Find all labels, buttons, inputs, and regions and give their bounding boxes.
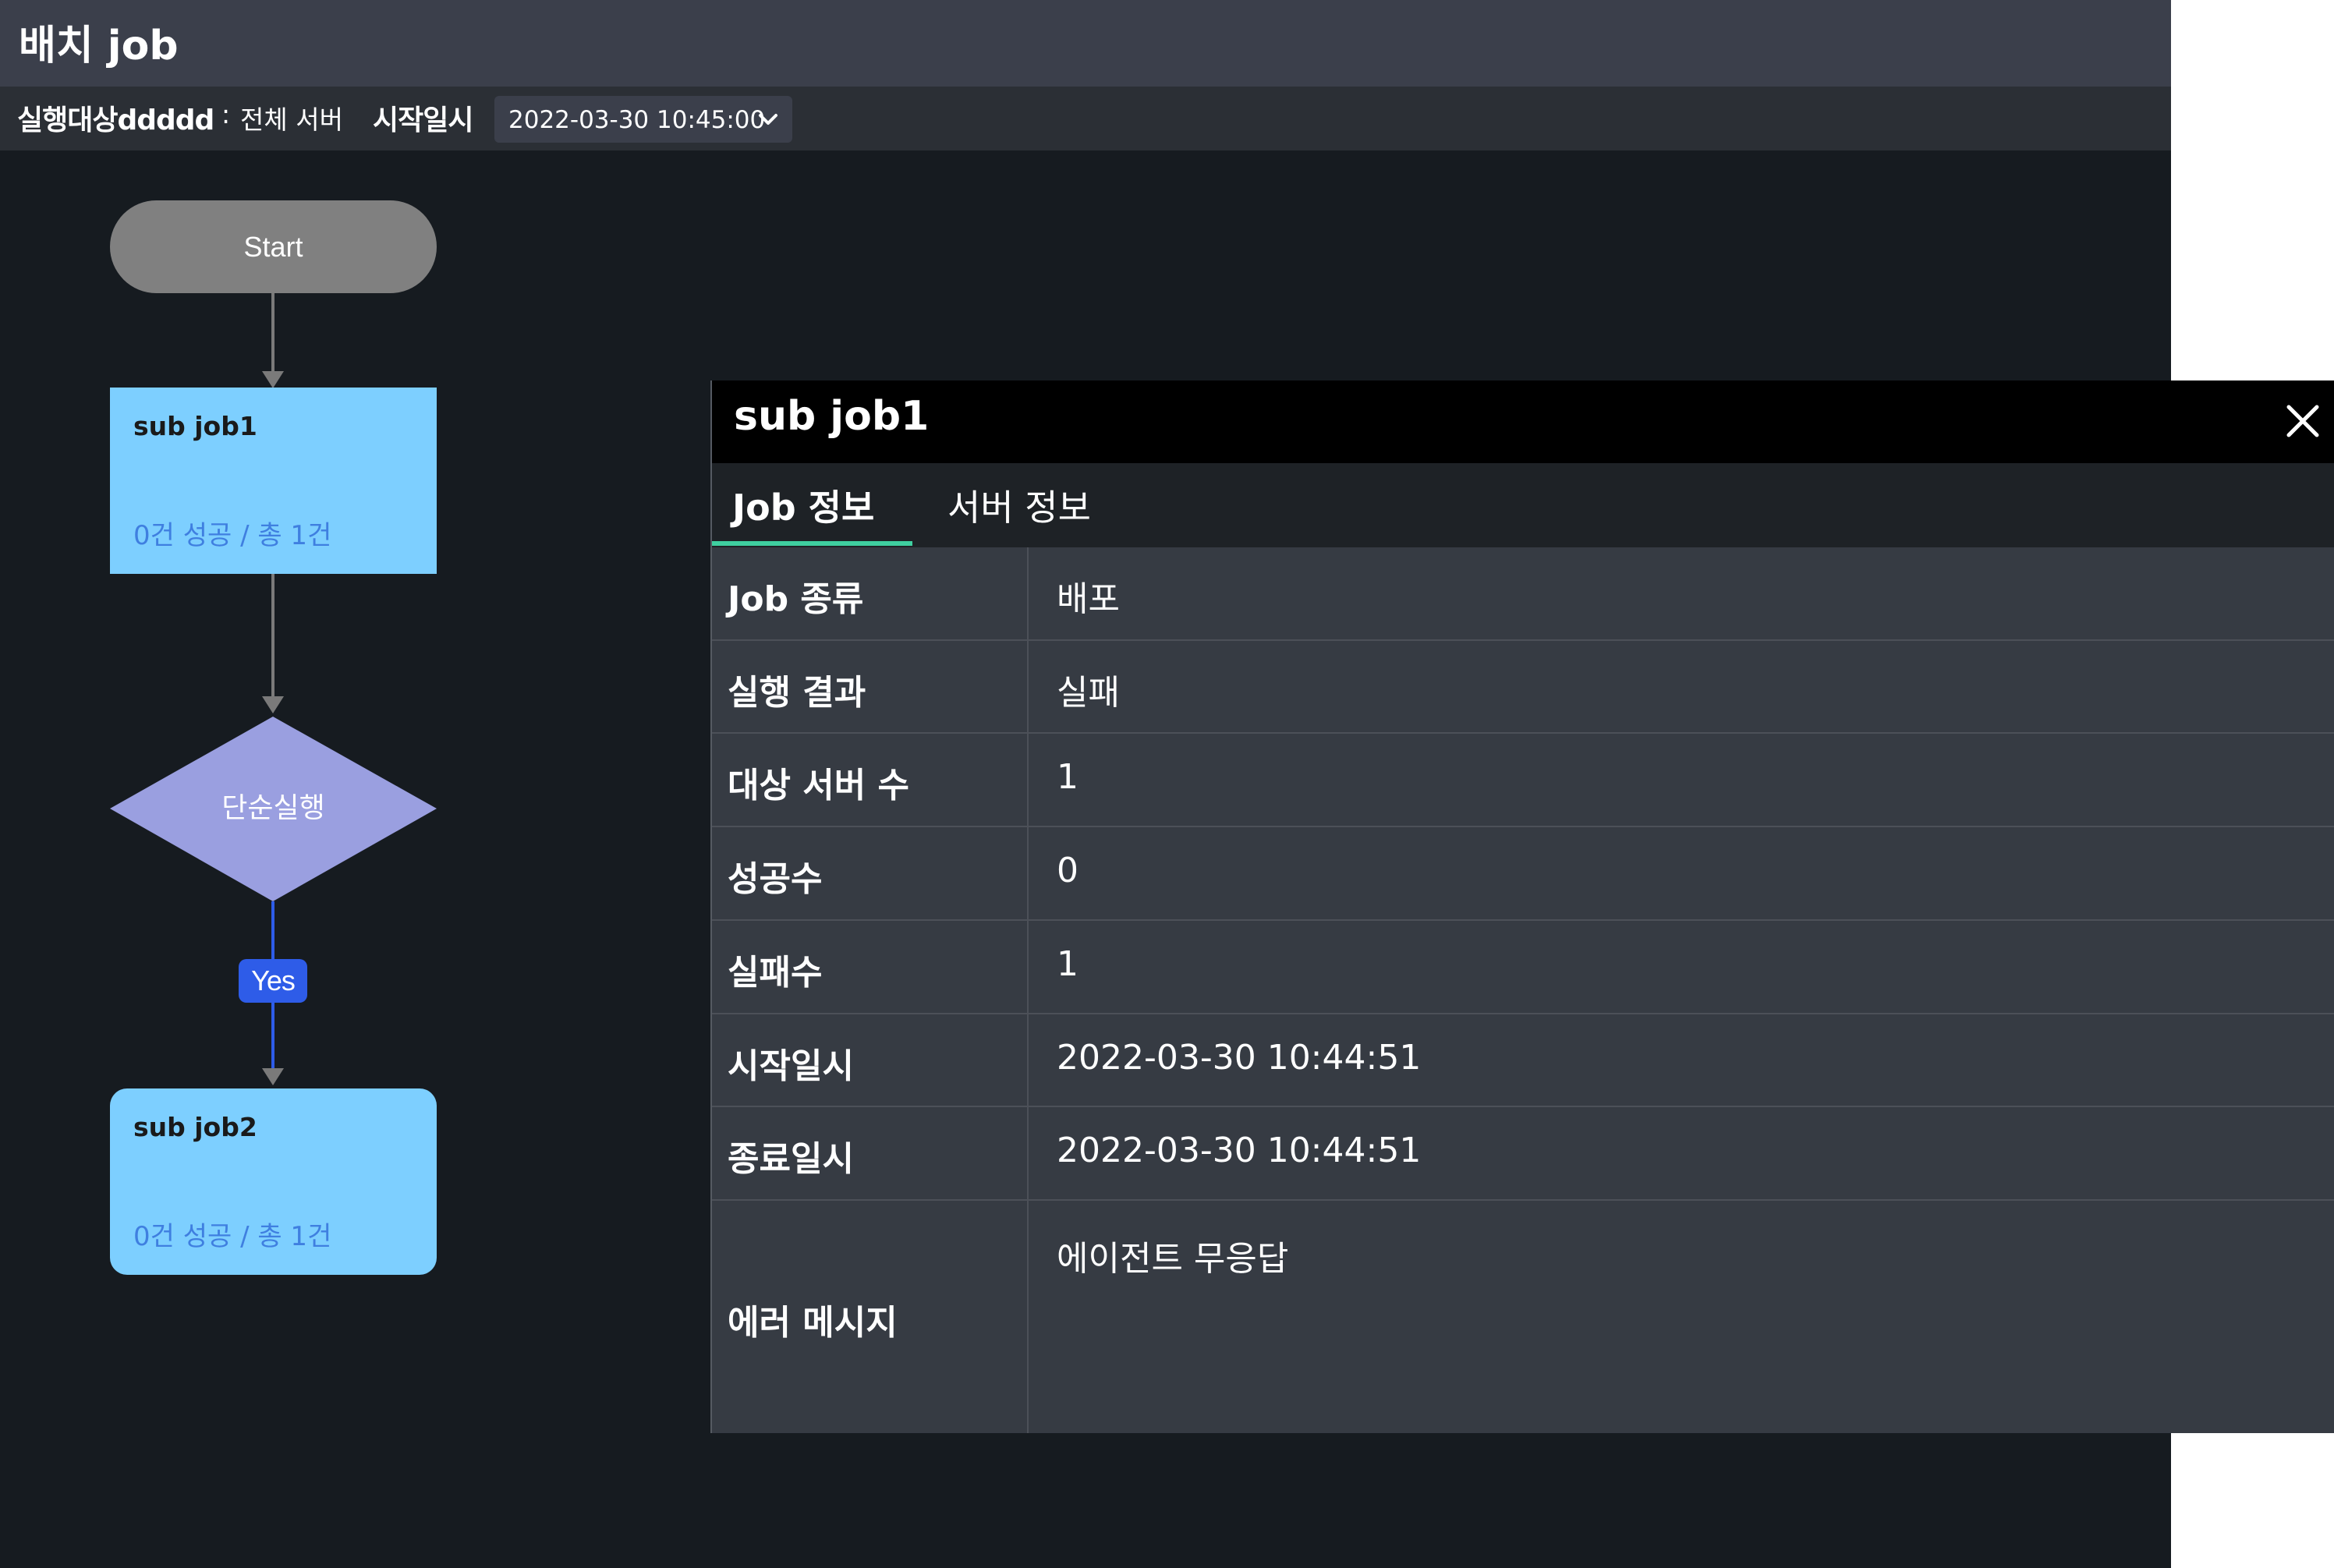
row-key: 실행 결과 [728,673,866,713]
error-message-value: 에이전트 무응답 [1057,1239,1289,1279]
table-row: 성공수 0 [712,827,2334,921]
row-value: 0 [1057,851,1078,890]
column-divider [1027,921,1029,1013]
column-divider [1027,1014,1029,1106]
table-row: 에러 메시지 에이전트 무응답 [712,1201,2334,1433]
row-value: 배포 [1057,579,1120,619]
job-stat: 0건 성공 / 총 1건 [133,520,332,551]
row-value: 1 [1057,944,1078,984]
arrow-head [262,1068,284,1085]
panel-header: sub job1 [712,380,2334,463]
column-divider [1027,827,1029,919]
decision-label: 단순실행 [221,792,325,824]
row-value: 실패 [1057,673,1120,713]
start-node[interactable]: Start [110,200,437,293]
row-key: 에러 메시지 [728,1303,898,1343]
table-row: 종료일시 2022-03-30 10:44:51 [712,1107,2334,1201]
tab-job-info[interactable]: Job 정보 [732,463,874,547]
job-detail-panel: sub job1 Job 정보 서버 정보 Job 종류 배포 실행 결과 실패… [710,380,2334,1433]
table-row: 대상 서버 수 1 [712,734,2334,827]
job-node-sub-job2[interactable]: sub job2 0건 성공 / 총 1건 [110,1088,437,1275]
row-value: 2022-03-30 10:44:51 [1057,1131,1422,1170]
arrow-head [262,696,284,713]
column-divider [1027,734,1029,826]
tab-server-info[interactable]: 서버 정보 [947,463,1091,547]
job-name: sub job1 [133,411,257,441]
row-key: 대상 서버 수 [728,766,910,805]
panel-title: sub job1 [734,393,930,440]
active-tab-indicator [712,541,912,546]
column-divider [1027,641,1029,732]
table-row: 시작일시 2022-03-30 10:44:51 [712,1014,2334,1107]
table-row: 실패수 1 [712,921,2334,1014]
table-row: Job 종류 배포 [712,547,2334,641]
arrow-head [262,371,284,388]
job-name: sub job2 [133,1112,257,1142]
column-divider [1027,547,1029,639]
table-row: 실행 결과 실패 [712,641,2334,734]
column-divider [1027,1107,1029,1199]
row-value: 2022-03-30 10:44:51 [1057,1038,1422,1078]
edge-label-yes: Yes [239,959,307,1003]
job-node-sub-job1[interactable]: sub job1 0건 성공 / 총 1건 [110,388,437,574]
row-key: 실패수 [728,953,823,993]
row-key: Job 종류 [728,579,864,619]
row-key: 성공수 [728,859,823,899]
row-value: 1 [1057,757,1078,797]
close-icon[interactable] [2283,401,2323,441]
column-divider [1027,1201,1029,1433]
row-key: 시작일시 [728,1046,854,1086]
job-stat: 0건 성공 / 총 1건 [133,1221,332,1252]
row-key: 종료일시 [728,1139,854,1179]
panel-tabs: Job 정보 서버 정보 [712,463,2334,547]
